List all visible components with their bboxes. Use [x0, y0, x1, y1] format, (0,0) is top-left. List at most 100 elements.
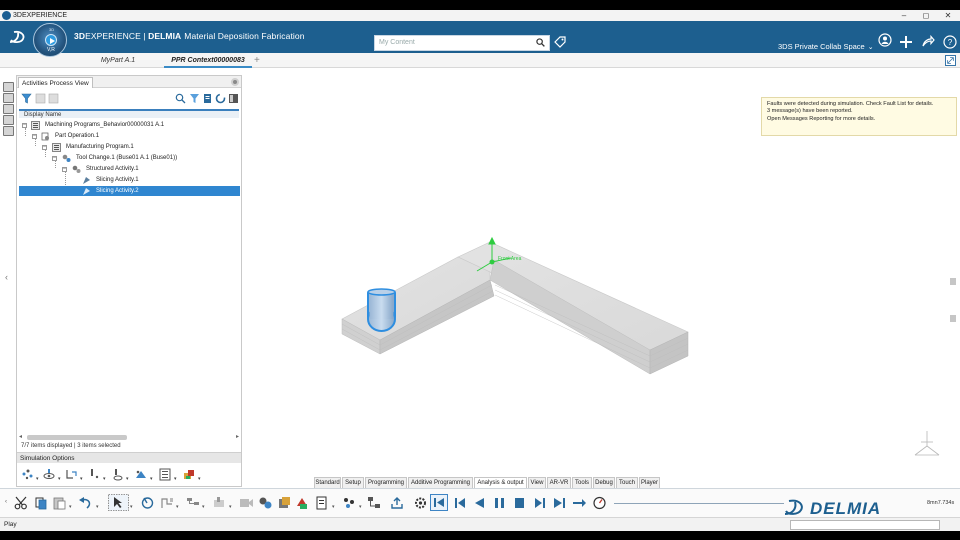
dropdown-arrow-icon[interactable]: ▾	[229, 504, 232, 510]
view-compass-icon[interactable]	[914, 431, 940, 456]
dropdown-arrow-icon[interactable]: ▾	[174, 476, 177, 482]
export-icon[interactable]	[390, 496, 405, 510]
stop-icon[interactable]	[512, 496, 527, 510]
compass-button[interactable]: 3D V,R	[33, 23, 67, 57]
dropdown-arrow-icon[interactable]: ▾	[198, 476, 201, 482]
tree-item-manufacturing-program[interactable]: – Manufacturing Program.1	[19, 142, 240, 152]
side-handle-icon[interactable]	[950, 278, 956, 285]
tree-item-machining-programs[interactable]: – Machining Programs_Behavior00000031 A.…	[19, 120, 240, 130]
help-icon[interactable]: ?	[943, 35, 957, 49]
side-handle-icon[interactable]	[950, 315, 956, 322]
search-input[interactable]: My Content	[374, 35, 550, 51]
collab-space-selector[interactable]: 3DS Private Collab Space ⌄	[778, 42, 874, 51]
speed-gauge-icon[interactable]	[592, 496, 607, 510]
cut-icon[interactable]	[14, 496, 29, 510]
tab-view[interactable]: View	[528, 477, 546, 488]
dropdown-arrow-icon[interactable]: ▾	[36, 476, 39, 482]
nc-code-icon[interactable]	[342, 496, 357, 510]
filter-settings-icon[interactable]	[189, 93, 200, 104]
tree-item-tool-change[interactable]: – Tool Change.1 (Buse01 A.1 (Buse01))	[19, 153, 240, 163]
horizontal-scrollbar[interactable]: ◂ ▸	[19, 434, 239, 441]
tab-tools[interactable]: Tools	[572, 477, 592, 488]
search-icon[interactable]	[175, 93, 186, 104]
tab-debug[interactable]: Debug	[593, 477, 615, 488]
scrollbar-thumb[interactable]	[27, 435, 127, 440]
video-icon[interactable]	[239, 496, 254, 510]
panel-collapse-arrow-icon[interactable]: ‹	[5, 272, 8, 282]
collapse-toggle-icon[interactable]: –	[52, 155, 57, 161]
photo-sim-icon[interactable]	[258, 496, 273, 510]
command-input[interactable]	[790, 520, 940, 530]
tab-programming[interactable]: Programming	[365, 477, 407, 488]
gear-settings-icon[interactable]	[413, 496, 428, 510]
close-button[interactable]: ✕	[936, 10, 960, 21]
dropdown-arrow-icon[interactable]: ▾	[58, 476, 61, 482]
dropdown-arrow-icon[interactable]: ▾	[126, 476, 129, 482]
paste-icon[interactable]	[52, 496, 67, 510]
3d-viewport[interactable]: Front Area	[242, 68, 960, 478]
tab-setup[interactable]: Setup	[342, 477, 364, 488]
tab-mypart[interactable]: MyPart A.1	[86, 53, 150, 68]
tab-player[interactable]: Player	[639, 477, 660, 488]
expand-all-icon[interactable]	[35, 93, 46, 104]
collapse-toggle-icon[interactable]: –	[22, 122, 27, 128]
jump-arrow-icon[interactable]	[572, 496, 587, 510]
output-tree-icon[interactable]	[367, 496, 382, 510]
restore-button[interactable]: ◻	[914, 10, 938, 21]
tab-standard[interactable]: Standard	[314, 477, 341, 488]
add-tab-button[interactable]: +	[254, 53, 260, 68]
simulation-timeline-slider[interactable]	[614, 503, 784, 504]
go-to-start-icon[interactable]	[430, 494, 448, 511]
scroll-left-icon[interactable]: ◂	[19, 433, 22, 440]
tab-analysis-output[interactable]: Analysis & output	[474, 477, 527, 488]
dropdown-arrow-icon[interactable]: ▾	[202, 504, 205, 510]
particles-icon[interactable]	[21, 468, 35, 481]
program-tree-icon[interactable]	[186, 496, 201, 510]
filter-icon[interactable]	[21, 93, 32, 104]
collision-icon[interactable]	[182, 468, 196, 481]
document-icon[interactable]	[202, 93, 213, 104]
dropdown-arrow-icon[interactable]: ▾	[103, 476, 106, 482]
tree-toggle-icon[interactable]	[3, 82, 14, 92]
play-activity-icon[interactable]	[140, 496, 155, 510]
step-forward-icon[interactable]	[532, 496, 547, 510]
tab-touch[interactable]: Touch	[616, 477, 638, 488]
collapse-toggle-icon[interactable]: –	[62, 166, 67, 172]
collapse-all-icon[interactable]	[48, 93, 59, 104]
share-icon[interactable]	[921, 35, 935, 49]
action-bar-menu-icon[interactable]: ‹	[5, 499, 7, 505]
tree-item-slicing-activity-2[interactable]: Slicing Activity.2	[19, 186, 240, 196]
gear-icon[interactable]	[231, 78, 239, 86]
ds-logo-icon[interactable]	[7, 29, 29, 45]
eye-view-icon[interactable]	[42, 468, 56, 481]
dropdown-arrow-icon[interactable]: ▾	[130, 504, 133, 510]
tab-ar-vr[interactable]: AR-VR	[547, 477, 571, 488]
collapse-toggle-icon[interactable]: –	[32, 133, 37, 139]
tab-activities-process-view[interactable]: Activities Process View	[18, 77, 93, 88]
view-mode-icon[interactable]	[3, 93, 14, 103]
dropdown-arrow-icon[interactable]: ▾	[69, 504, 72, 510]
material-icon[interactable]	[295, 496, 310, 510]
report-icon[interactable]	[158, 468, 172, 481]
dropdown-arrow-icon[interactable]: ▾	[150, 476, 153, 482]
machine-icon[interactable]	[212, 496, 227, 510]
nozzle-tool[interactable]	[367, 288, 396, 332]
add-icon[interactable]	[899, 35, 913, 49]
play-reverse-icon[interactable]	[472, 496, 487, 510]
toolpath-icon[interactable]	[65, 468, 79, 481]
list-mode-icon[interactable]	[3, 126, 14, 136]
report-generation-icon[interactable]	[315, 496, 330, 510]
column-header-display-name[interactable]: Display Name	[19, 109, 239, 118]
search-mode-icon[interactable]	[3, 115, 14, 125]
select-icon[interactable]	[108, 494, 129, 511]
tree-item-part-operation[interactable]: – Part Operation.1	[19, 131, 240, 141]
tree-item-slicing-activity-1[interactable]: Slicing Activity.1	[19, 175, 240, 185]
dropdown-arrow-icon[interactable]: ▾	[80, 476, 83, 482]
tool-display-icon[interactable]	[87, 468, 101, 481]
tab-ppr-context[interactable]: PPR Context00000083	[164, 53, 252, 68]
part-compare-icon[interactable]	[277, 496, 292, 510]
tool-eye-icon[interactable]	[110, 468, 124, 481]
user-avatar-icon[interactable]	[878, 33, 892, 47]
dropdown-arrow-icon[interactable]: ▾	[176, 504, 179, 510]
collapse-toggle-icon[interactable]: –	[42, 144, 47, 150]
